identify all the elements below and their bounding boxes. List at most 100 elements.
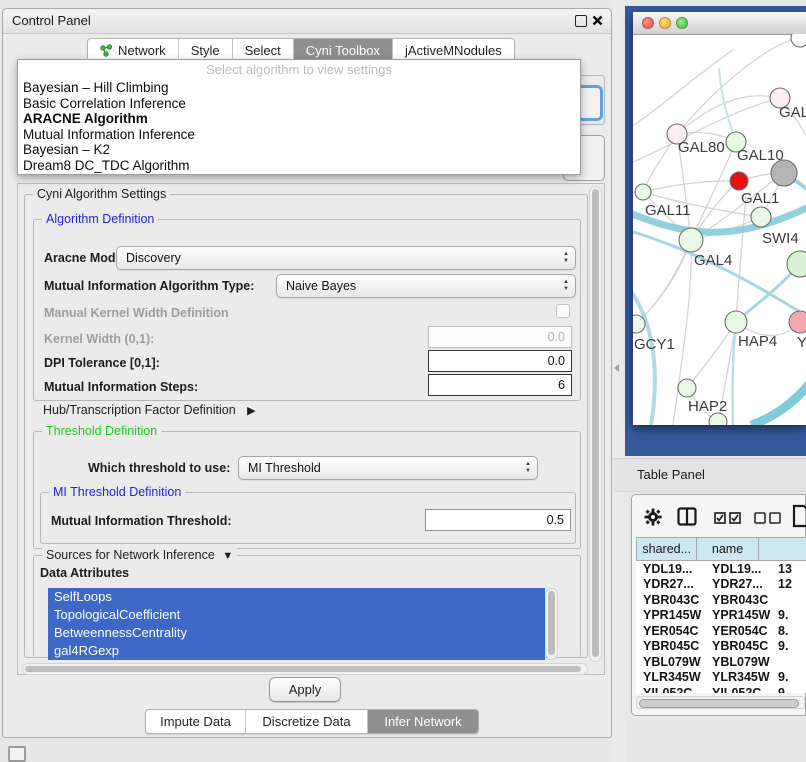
mi-threshold-field[interactable]: 0.5 <box>425 509 571 531</box>
network-node-GAL4[interactable] <box>679 228 703 252</box>
network-icon <box>100 44 113 57</box>
cyni-settings-group-title: Cyni Algorithm Settings <box>33 187 170 201</box>
collapse-arrow-icon: ▼ <box>222 550 233 562</box>
sources-title-label: Sources for Network Inference <box>46 548 215 562</box>
cell-shared-name: YER054C <box>636 624 706 638</box>
network-canvas[interactable]: GAL80 GAL10 GAL1 GAL11 GAL4 SWI4 GCY1 HA… <box>633 34 806 425</box>
settings-horizontal-scrollbar[interactable] <box>22 663 588 675</box>
splitter-collapse-arrow-icon[interactable] <box>614 364 619 372</box>
zoom-traffic-light[interactable] <box>676 17 688 29</box>
mi-steps-label: Mutual Information Steps: <box>44 380 198 394</box>
table-panel-window: shared... name YDL19... YDL19... 13 YDR2… <box>631 494 806 716</box>
node-label: GAL11 <box>645 202 691 219</box>
table-row[interactable]: YDL19... YDL19... 13 <box>636 561 806 577</box>
cell-name: YBR045C <box>706 639 778 653</box>
select-all-checkboxes-icon[interactable] <box>714 512 742 524</box>
table-horizontal-scrollbar[interactable] <box>636 696 805 709</box>
table-row[interactable]: YLR345W YLR345W 9. <box>636 670 806 686</box>
list-item[interactable]: BetweennessCentrality <box>48 624 545 642</box>
list-item[interactable]: gal4RGexp <box>48 642 545 660</box>
algorithm-option[interactable]: Bayesian – Hill Climbing <box>18 80 580 96</box>
list-item[interactable]: TopologicalCoefficient <box>48 606 545 624</box>
deselect-all-checkboxes-icon[interactable] <box>754 512 782 524</box>
minimize-traffic-light[interactable] <box>659 17 671 29</box>
network-view-window: GAL80 GAL10 GAL1 GAL11 GAL4 SWI4 GCY1 HA… <box>633 12 806 425</box>
attributes-list-scrollbar[interactable] <box>545 588 558 660</box>
table-row[interactable]: YDR27... YDR27... 12 <box>636 577 806 593</box>
close-icon[interactable] <box>592 15 603 26</box>
which-threshold-value: MI Threshold <box>239 461 519 475</box>
node-label: HAP4 <box>738 333 777 350</box>
cell-shared-name: YBR043C <box>636 593 706 607</box>
data-attributes-list: SelfLoops TopologicalCoefficient Between… <box>48 588 545 660</box>
table-row[interactable]: YER054C YER054C 8. <box>636 623 806 639</box>
network-node-Y[interactable] <box>789 311 806 333</box>
mi-algorithm-type-label: Mutual Information Algorithm Type: <box>44 279 254 293</box>
algorithm-placeholder: Select algorithm to view settings <box>18 60 580 80</box>
table-row[interactable]: YBR045C YBR045C 9. <box>636 639 806 655</box>
column-header-clipped[interactable] <box>759 537 806 561</box>
float-window-icon[interactable] <box>575 15 587 27</box>
tab-discretize-data-label: Discretize Data <box>262 714 350 729</box>
control-panel-titlebar[interactable]: Control Panel <box>3 9 611 34</box>
network-node-GAL1[interactable] <box>751 207 771 227</box>
tab-infer-network[interactable]: Infer Network <box>368 710 478 733</box>
tab-jactivemnodules-label: jActiveMNodules <box>405 43 502 58</box>
table-row[interactable]: YBR043C YBR043C <box>636 592 806 608</box>
kernel-width-field[interactable]: 0.0 <box>428 326 572 348</box>
cell-value: 8. <box>778 624 800 638</box>
close-traffic-light[interactable] <box>642 17 654 29</box>
dpi-tolerance-field[interactable]: 0.0 <box>428 350 572 372</box>
tab-network-label: Network <box>118 43 166 58</box>
network-window-titlebar[interactable] <box>633 12 806 35</box>
cell-value: 9. <box>778 670 800 684</box>
network-node-labels: GAL80 GAL10 GAL1 GAL11 GAL4 SWI4 GCY1 HA… <box>634 104 806 415</box>
sources-group-title[interactable]: Sources for Network Inference ▼ <box>42 548 237 562</box>
table-row[interactable]: YIL052C YIL052C 9 <box>636 685 806 693</box>
tab-select-label: Select <box>245 43 281 58</box>
algorithm-option[interactable]: Bayesian – K2 <box>18 142 580 158</box>
network-node-HAP4[interactable] <box>725 311 747 333</box>
split-columns-icon[interactable] <box>677 507 697 526</box>
mi-steps-field[interactable]: 6 <box>428 374 572 396</box>
network-node[interactable] <box>791 34 806 47</box>
algorithm-option-selected[interactable]: ARACNE Algorithm <box>18 111 580 127</box>
column-header-shared-name[interactable]: shared... <box>636 537 697 561</box>
tab-impute-data-label: Impute Data <box>160 714 231 729</box>
mi-algorithm-type-combo[interactable]: Naive Bayes ▲▼ <box>276 274 576 298</box>
table-row[interactable]: YBL079W YBL079W <box>636 654 806 670</box>
apply-button[interactable]: Apply <box>269 677 341 702</box>
cell-shared-name: YBR045C <box>636 639 706 653</box>
which-threshold-combo[interactable]: MI Threshold ▲▼ <box>238 456 538 480</box>
kernel-width-label: Kernel Width (0,1): <box>44 332 154 346</box>
node-label: GAL1 <box>741 190 779 207</box>
tab-discretize-data[interactable]: Discretize Data <box>246 710 368 733</box>
panel-splitter[interactable] <box>612 0 625 762</box>
hub-definition-label: Hub/Transcription Factor Definition <box>43 403 236 417</box>
node-label: SWI4 <box>762 230 799 247</box>
table-body: YDL19... YDL19... 13 YDR27... YDR27... 1… <box>636 561 806 693</box>
network-node-red[interactable] <box>730 172 748 190</box>
manual-kernel-width-checkbox[interactable] <box>556 304 570 318</box>
export-table-icon[interactable] <box>792 504 806 528</box>
algorithm-option[interactable]: Basic Correlation Inference <box>18 96 580 112</box>
hub-definition-expander[interactable]: Hub/Transcription Factor Definition ▶ <box>43 403 256 417</box>
network-node-GAL11[interactable] <box>635 184 651 200</box>
algorithm-dropdown-popup: Select algorithm to view settings Bayesi… <box>17 59 581 175</box>
gear-icon[interactable] <box>644 508 662 526</box>
combo-stepper-icon: ▲▼ <box>557 251 575 265</box>
column-header-name[interactable]: name <box>697 537 758 561</box>
cell-name: YIL052C <box>706 686 778 693</box>
collapsed-panel-icon[interactable] <box>8 746 26 762</box>
algorithm-option[interactable]: Dream8 DC_TDC Algorithm <box>18 158 580 174</box>
mi-algorithm-type-value: Naive Bayes <box>277 279 557 293</box>
settings-vertical-scrollbar[interactable] <box>589 186 602 662</box>
network-node-HAP2[interactable] <box>678 379 696 397</box>
cell-name: YDR27... <box>706 577 778 591</box>
algorithm-option[interactable]: Mutual Information Inference <box>18 127 580 143</box>
table-row[interactable]: YPR145W YPR145W 9. <box>636 608 806 624</box>
list-item[interactable]: SelfLoops <box>48 588 545 606</box>
tab-impute-data[interactable]: Impute Data <box>146 710 246 733</box>
cell-name: YDL19... <box>706 562 778 576</box>
aracne-mode-combo[interactable]: Discovery ▲▼ <box>116 246 576 270</box>
